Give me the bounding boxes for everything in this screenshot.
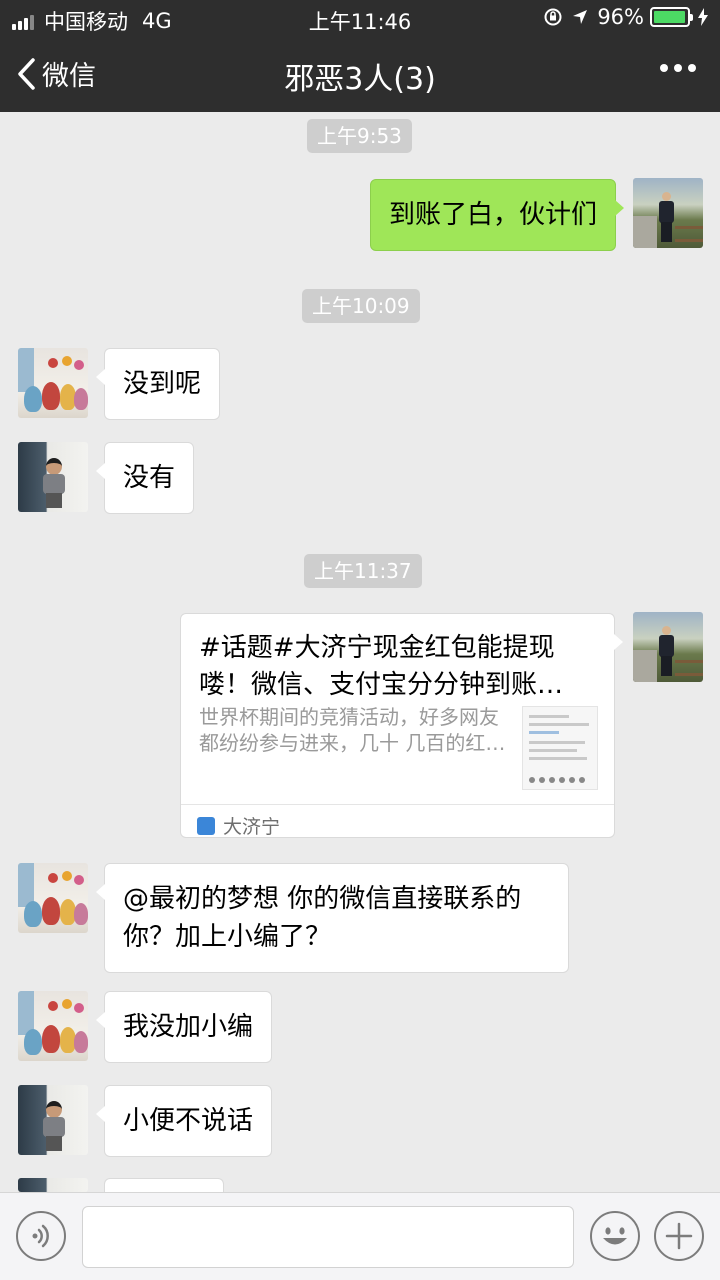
card-divider <box>181 804 614 805</box>
card-source-name: 大济宁 <box>223 816 281 838</box>
back-label: 微信 <box>42 61 96 92</box>
avatar-self[interactable] <box>633 612 703 682</box>
timestamp: 上午11:37 <box>304 554 422 588</box>
plus-button[interactable] <box>654 1211 704 1261</box>
link-card[interactable]: #话题#大济宁现金红包能提现喽！微信、支付宝分分钟到账… 世界杯期间的竞猜活动，… <box>180 613 623 839</box>
input-bar <box>0 1192 720 1280</box>
avatar-kid[interactable] <box>18 1085 88 1155</box>
avatar-dolls[interactable] <box>18 863 88 933</box>
charging-icon <box>698 8 708 26</box>
chat-title: 邪恶3人(3) <box>284 62 436 97</box>
back-button[interactable]: 微信 <box>16 54 96 93</box>
message-input[interactable] <box>82 1206 574 1268</box>
message-bubble-other[interactable]: 没到呢 <box>95 348 221 420</box>
message-bubble-other[interactable]: 没有 <box>95 442 195 514</box>
avatar-kid[interactable] <box>18 1178 88 1192</box>
message-bubble-other[interactable]: @最初的梦想 你的微信直接联系的你？加上小编了？ <box>96 863 569 973</box>
battery-fill <box>654 11 685 23</box>
avatar-dolls[interactable] <box>18 991 88 1061</box>
timestamp: 上午9:53 <box>307 119 412 153</box>
status-right: 96% <box>543 5 708 29</box>
voice-button[interactable] <box>16 1211 66 1261</box>
card-source: 大济宁 <box>197 812 280 839</box>
voice-icon <box>32 1224 49 1248</box>
plus-icon <box>665 1222 693 1250</box>
orientation-lock-icon <box>544 8 562 26</box>
battery-icon <box>650 7 693 27</box>
emoji-icon <box>603 1227 627 1245</box>
avatar-dolls[interactable] <box>18 348 88 418</box>
status-bar: 中国移动 4G 上午11:46 96% <box>0 0 720 36</box>
card-title: #话题#大济宁现金红包能提现喽！微信、支付宝分分钟到账… <box>199 633 564 700</box>
more-icon[interactable] <box>654 64 696 72</box>
message-bubble-self[interactable]: 到账了白，伙计们 <box>369 179 625 251</box>
nav-bar: 微信 邪恶3人(3) <box>0 36 720 112</box>
message-bubble-other-partial[interactable] <box>104 1178 224 1192</box>
source-logo-icon <box>197 816 215 835</box>
avatar-self[interactable] <box>633 178 703 248</box>
location-icon <box>573 10 588 24</box>
emoji-button[interactable] <box>590 1211 640 1261</box>
timestamp: 上午10:09 <box>302 289 420 323</box>
back-chevron-icon <box>18 57 35 90</box>
battery-percent: 96% <box>597 5 644 29</box>
card-description: 世界杯期间的竞猜活动，好多网友都纷纷参与进来，几十 几百的红… <box>199 705 506 755</box>
card-thumbnail <box>522 706 598 790</box>
message-bubble-other[interactable]: 小便不说话 <box>95 1085 273 1157</box>
avatar-kid[interactable] <box>18 442 88 512</box>
message-bubble-other[interactable]: 我没加小编 <box>95 991 273 1063</box>
